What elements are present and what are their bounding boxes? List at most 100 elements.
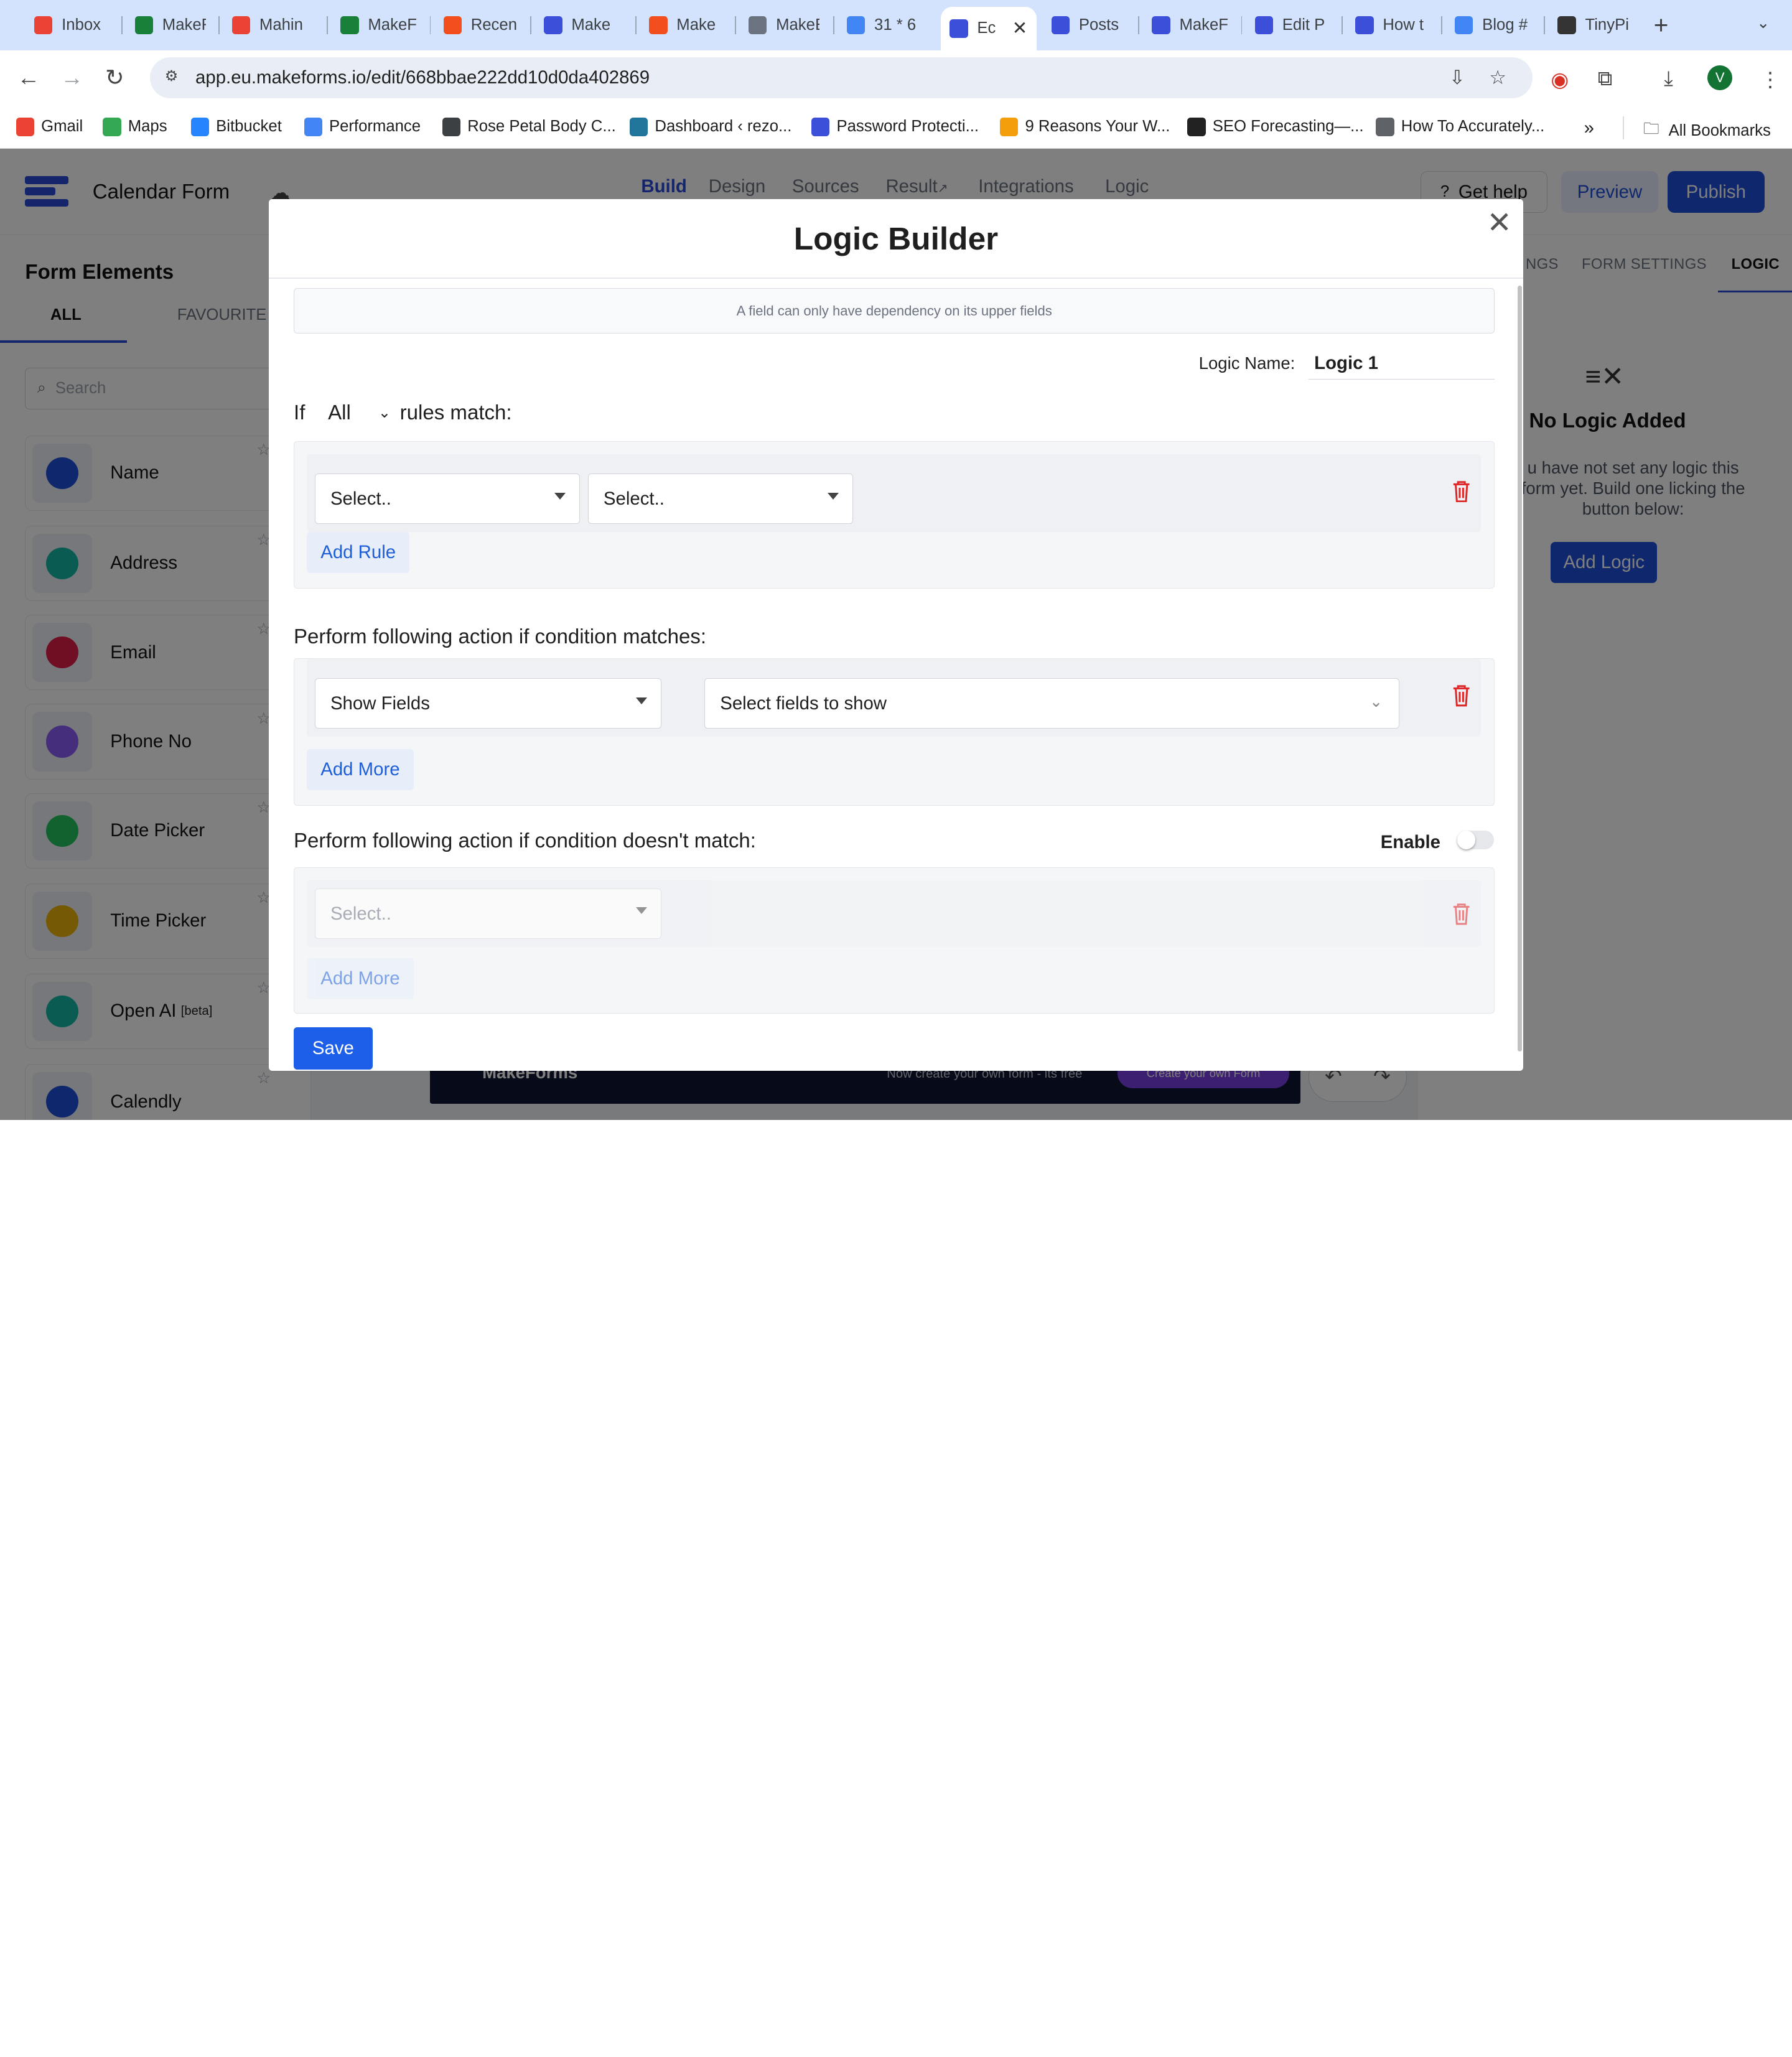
browser-tab-title: Make xyxy=(676,16,716,34)
chevron-down-icon: ⌄ xyxy=(1369,693,1383,711)
add-rule-button[interactable]: Add Rule xyxy=(307,532,410,574)
if-label: If xyxy=(294,401,306,424)
browser-tab-title: Ec xyxy=(977,19,996,37)
url-text[interactable]: app.eu.makeforms.io/edit/668bbae222dd10d… xyxy=(195,67,650,88)
match-mode-select[interactable]: All xyxy=(328,401,376,425)
else-action-select[interactable]: Select.. xyxy=(315,889,661,939)
makeforms-icon xyxy=(1355,16,1374,35)
browser-tab[interactable]: How t xyxy=(1346,9,1438,41)
enable-toggle[interactable] xyxy=(1457,831,1494,849)
bookmark-label: 9 Reasons Your W... xyxy=(1025,118,1170,136)
reload-icon[interactable]: ↻ xyxy=(105,66,124,90)
makeforms-icon xyxy=(1254,16,1274,35)
extensions-puzzle-icon[interactable]: ⧉ xyxy=(1598,67,1613,91)
action-type-value: Show Fields xyxy=(330,693,430,714)
bookmark-item[interactable]: Rose Petal Body C... xyxy=(442,118,616,136)
maps-icon xyxy=(103,118,121,136)
back-icon[interactable]: ← xyxy=(17,66,40,90)
browser-tab[interactable]: 31 * 6 xyxy=(838,9,931,41)
bookmark-item[interactable]: Performance xyxy=(304,118,421,136)
forward-icon[interactable]: → xyxy=(60,66,83,90)
browser-tab-title: Edit P xyxy=(1282,16,1325,34)
bookmark-label: Performance xyxy=(329,118,421,136)
modal-title: Logic Builder xyxy=(793,220,999,256)
tab-separator xyxy=(121,16,123,35)
browser-tab[interactable]: MakeF xyxy=(126,9,215,41)
address-bar[interactable]: ⚙ app.eu.makeforms.io/edit/668bbae222dd1… xyxy=(149,57,1533,98)
browser-menu-icon[interactable]: ⋮ xyxy=(1760,67,1781,92)
close-icon[interactable]: ✕ xyxy=(1487,206,1512,240)
bookmark-label: Rose Petal Body C... xyxy=(467,118,616,136)
rule-field-select[interactable]: Select.. xyxy=(315,473,581,525)
more-bookmarks-icon[interactable]: » xyxy=(1584,118,1594,139)
logic-name-input[interactable]: Logic 1 xyxy=(1309,347,1495,380)
bookmark-star-icon[interactable]: ☆ xyxy=(1489,67,1506,89)
chevron-down-icon[interactable]: ⌄ xyxy=(378,404,391,422)
bookmark-item[interactable]: Gmail xyxy=(16,118,83,136)
profile-avatar[interactable]: V xyxy=(1707,65,1733,91)
browser-tab[interactable]: Inbox xyxy=(25,9,116,41)
tab-separator xyxy=(218,16,220,35)
browser-tab[interactable]: Make xyxy=(640,9,732,41)
browser-tab[interactable]: MakeF xyxy=(332,9,426,41)
tab-search-chevron-icon[interactable]: ⌄ xyxy=(1757,14,1770,32)
browser-tab[interactable]: Make xyxy=(535,9,629,41)
browser-tab[interactable]: Blog # xyxy=(1445,9,1539,41)
rule-operator-value: Select.. xyxy=(603,488,665,509)
browser-tab[interactable]: Mahin xyxy=(223,9,319,41)
add-more-else-button[interactable]: Add More xyxy=(307,958,414,1000)
google-icon xyxy=(846,16,866,35)
rule-row: Select.. Select.. xyxy=(307,454,1481,533)
bookmark-item[interactable]: Maps xyxy=(103,118,167,136)
caret-down-icon xyxy=(554,492,566,500)
docs-icon xyxy=(1455,16,1473,35)
action-type-select[interactable]: Show Fields xyxy=(315,678,661,729)
bookmark-item[interactable]: Bitbucket xyxy=(190,118,282,136)
bookmark-item[interactable]: Password Protecti... xyxy=(811,118,979,136)
browser-tab[interactable]: MakeF xyxy=(1143,9,1237,41)
makeforms-icon xyxy=(950,19,968,38)
delete-rule-icon[interactable] xyxy=(1452,480,1470,503)
caret-down-icon xyxy=(635,907,647,915)
bookmark-item[interactable]: Dashboard ‹ rezo... xyxy=(630,118,791,136)
modal-scrollbar[interactable] xyxy=(1518,286,1523,1052)
rule-operator-select[interactable]: Select.. xyxy=(588,473,854,525)
close-tab-icon[interactable]: ✕ xyxy=(1012,17,1028,39)
tab-separator xyxy=(833,16,834,35)
browser-tab-title: MakeF xyxy=(1179,16,1228,34)
bookmark-item[interactable]: 9 Reasons Your W... xyxy=(1000,118,1170,136)
install-app-icon[interactable]: ⇩ xyxy=(1449,67,1465,89)
downloads-icon[interactable]: ⤓ xyxy=(1664,67,1673,91)
delete-else-action-icon[interactable] xyxy=(1452,902,1470,925)
all-bookmarks[interactable]: 🗀 All Bookmarks xyxy=(1643,118,1771,144)
fields-to-show-select[interactable]: Select fields to show ⌄ xyxy=(704,678,1400,729)
edge-icon xyxy=(749,16,767,35)
browser-tab-title: Posts xyxy=(1078,16,1119,34)
delete-action-icon[interactable] xyxy=(1452,684,1470,707)
browser-tab-title: How t xyxy=(1383,16,1424,34)
logic-builder-modal: Logic Builder ✕ A field can only have de… xyxy=(268,198,1524,1071)
camera-icon xyxy=(442,118,461,136)
sheets-icon xyxy=(340,16,359,35)
browser-tab-title: MakeE xyxy=(776,16,819,34)
browser-tab[interactable]: TinyPi xyxy=(1549,9,1643,41)
save-button[interactable]: Save xyxy=(294,1027,373,1070)
fields-placeholder: Select fields to show xyxy=(720,693,887,714)
browser-tab[interactable]: Ec ✕ xyxy=(940,7,1037,50)
browser-tab[interactable]: Recen xyxy=(434,9,526,41)
extension-icon[interactable]: ◉ xyxy=(1551,67,1569,92)
browser-tab[interactable]: Posts xyxy=(1042,9,1134,41)
new-tab-icon[interactable]: + xyxy=(1654,11,1669,39)
dependency-note: A field can only have dependency on its … xyxy=(294,287,1495,334)
a-icon xyxy=(1000,118,1019,136)
browser-tab[interactable]: Edit P xyxy=(1246,9,1337,41)
caret-down-icon xyxy=(635,697,647,704)
add-more-button[interactable]: Add More xyxy=(307,749,414,791)
bookmark-item[interactable]: How To Accurately... xyxy=(1376,118,1544,136)
gmail-icon xyxy=(16,118,35,136)
figma-icon xyxy=(649,16,668,35)
site-info-icon[interactable]: ⚙ xyxy=(161,67,182,88)
toggle-knob xyxy=(1457,831,1476,849)
bookmark-item[interactable]: SEO Forecasting—... xyxy=(1187,118,1364,136)
browser-tab[interactable]: MakeE xyxy=(739,9,828,41)
